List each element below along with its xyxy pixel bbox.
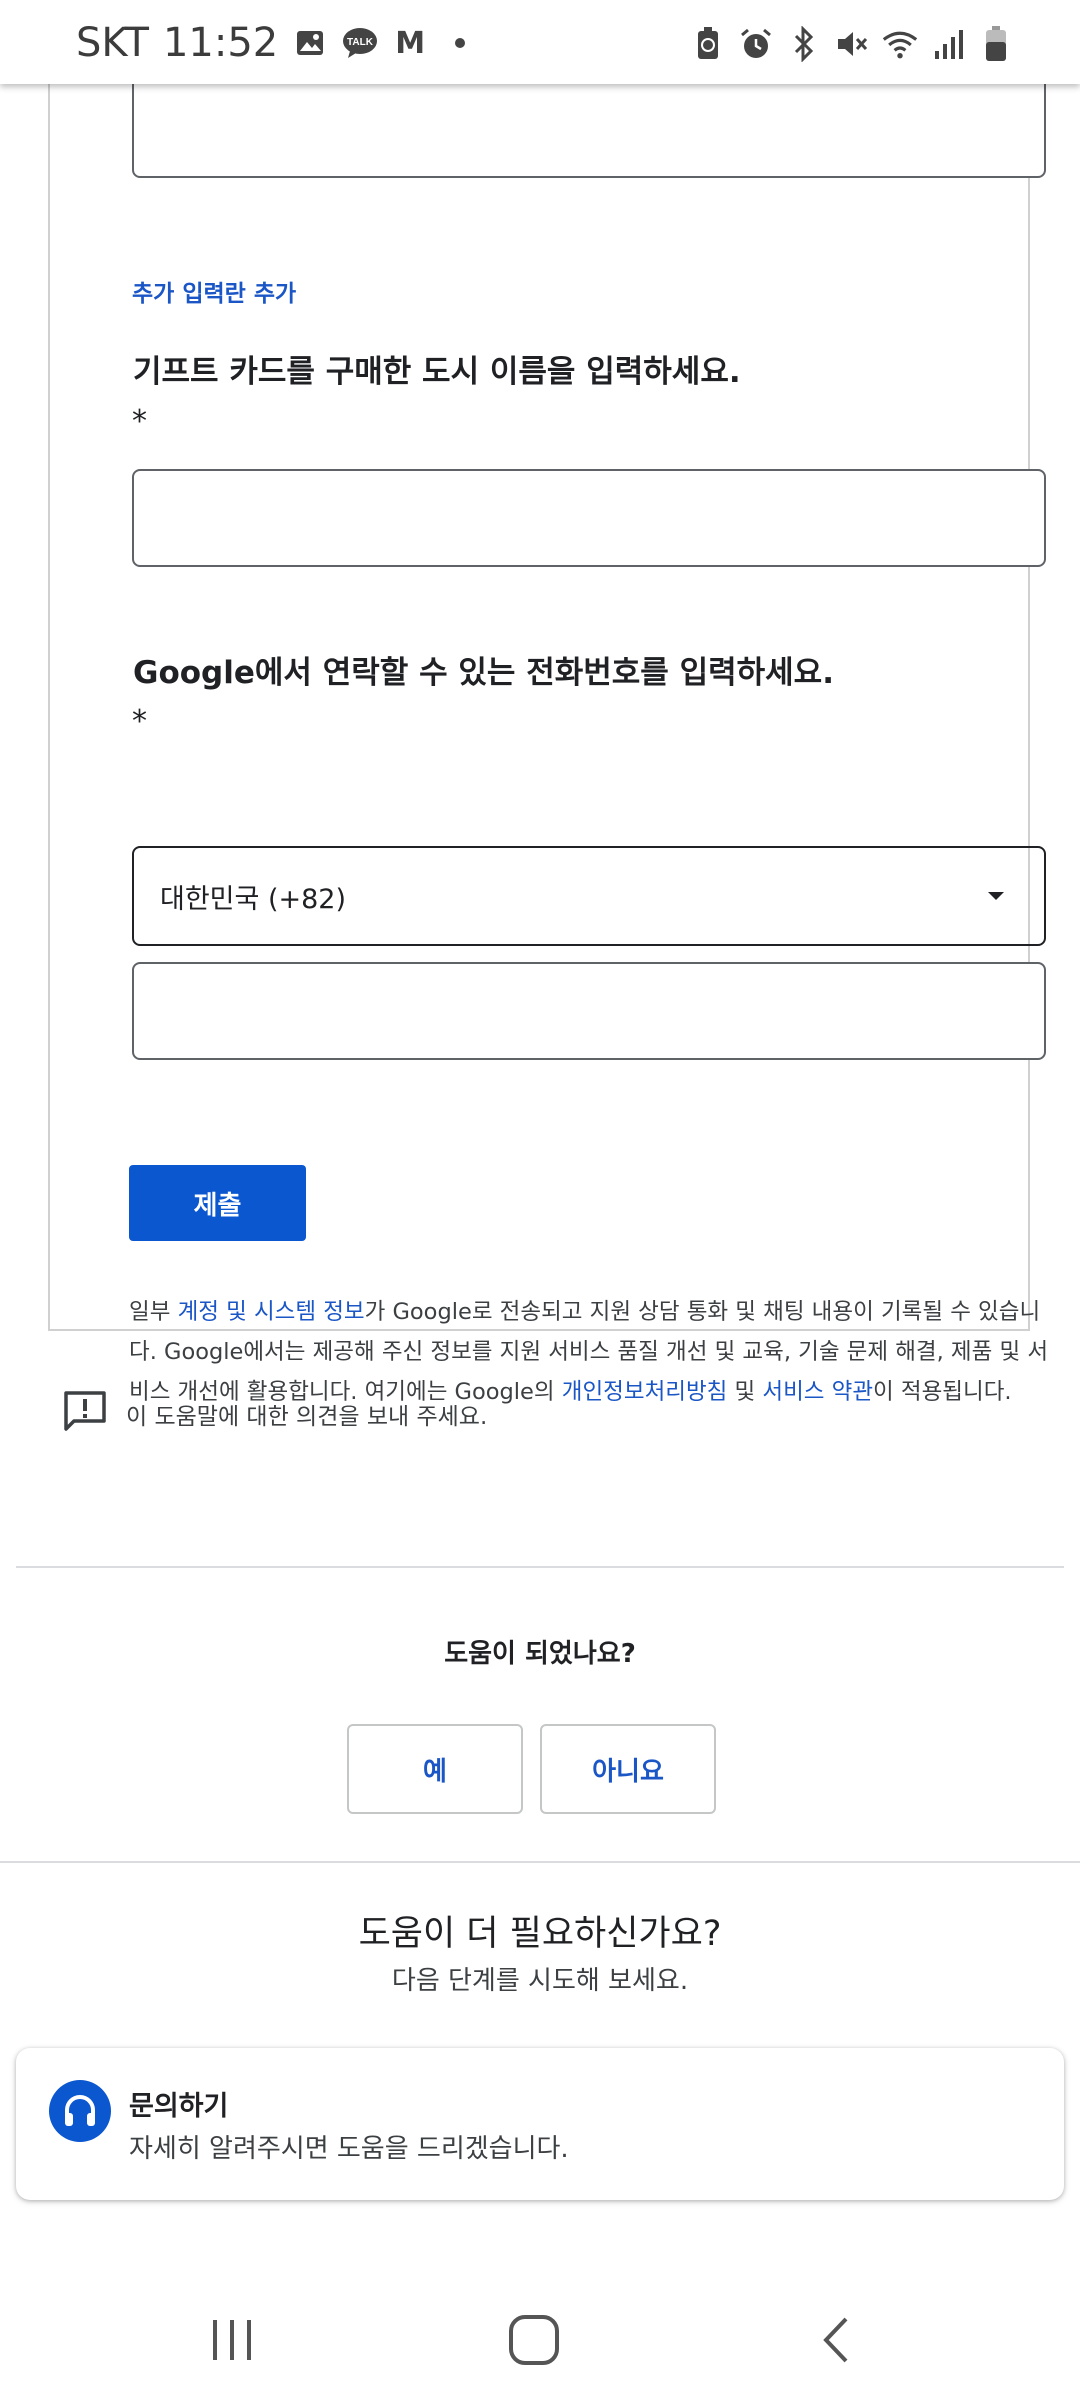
- add-field-link[interactable]: 추가 입력란 추가: [132, 274, 296, 308]
- talk-icon: TALK: [342, 25, 378, 61]
- carrier-label: SKT: [76, 20, 149, 66]
- more-help-subtitle: 다음 단계를 시도해 보세요.: [391, 1966, 689, 1996]
- battery-icon: [978, 24, 1014, 64]
- bluetooth-icon: [786, 24, 822, 64]
- helpful-question: 도움이 되었나요?: [444, 1639, 636, 1669]
- wifi-icon: [882, 24, 918, 64]
- disclaimer-text: 및: [727, 1379, 763, 1405]
- additional-field-input[interactable]: [132, 74, 1046, 178]
- status-bar: SKT 11:52 TALK M: [0, 0, 1080, 84]
- gmail-icon: M: [395, 25, 426, 61]
- headset-icon: [49, 2080, 111, 2142]
- contact-us-card[interactable]: 문의하기 자세히 알려주시면 도움을 드리겠습니다.: [16, 2048, 1064, 2200]
- signal-icon: [930, 24, 966, 64]
- disclaimer-text: 일부: [129, 1299, 178, 1325]
- phone-number-input[interactable]: [132, 962, 1046, 1060]
- disclaimer-text: 이 적용됩니다.: [873, 1379, 1012, 1405]
- talk-icon-label: TALK: [347, 37, 374, 48]
- dot-icon: [442, 25, 478, 61]
- country-code-value: 대한민국 (+82): [160, 883, 346, 915]
- terms-of-service-link[interactable]: 서비스 약관: [762, 1379, 873, 1405]
- recycle-battery-icon: [690, 24, 726, 64]
- support-form: 추가 입력란 추가 기프트 카드를 구매한 도시 이름을 입력하세요. * Go…: [48, 74, 1048, 1405]
- back-icon[interactable]: [796, 2300, 876, 2380]
- contact-card-description: 자세히 알려주시면 도움을 드리겠습니다.: [129, 2134, 569, 2164]
- home-icon[interactable]: [494, 2300, 574, 2380]
- status-left: SKT 11:52 TALK M: [76, 18, 478, 68]
- divider: [0, 1861, 1080, 1863]
- city-question-label: 기프트 카드를 구매한 도시 이름을 입력하세요.: [133, 354, 741, 390]
- country-code-select[interactable]: 대한민국 (+82): [132, 846, 1046, 946]
- mute-icon: [834, 24, 870, 64]
- clock: 11:52: [162, 20, 279, 66]
- privacy-policy-link[interactable]: 개인정보처리방침: [562, 1379, 728, 1405]
- no-button[interactable]: 아니요: [540, 1724, 716, 1814]
- system-nav-bar: [0, 2280, 1080, 2400]
- feedback-icon: [62, 1389, 108, 1439]
- required-mark: *: [132, 404, 147, 439]
- feedback-label: 이 도움말에 대한 의견을 보내 주세요.: [126, 1404, 488, 1430]
- send-feedback-link[interactable]: 이 도움말에 대한 의견을 보내 주세요.: [62, 1389, 488, 1439]
- submit-button[interactable]: 제출: [129, 1165, 306, 1241]
- more-help-title: 도움이 더 필요하신가요?: [358, 1914, 722, 1954]
- recents-icon[interactable]: [192, 2300, 272, 2380]
- required-mark: *: [132, 704, 147, 739]
- contact-card-title: 문의하기: [129, 2091, 229, 2122]
- gallery-icon: [292, 25, 328, 61]
- divider: [16, 1566, 1064, 1568]
- phone-question-label: Google에서 연락할 수 있는 전화번호를 입력하세요.: [133, 655, 834, 691]
- dropdown-arrow-icon: [988, 892, 1004, 900]
- status-right: [690, 22, 1014, 66]
- alarm-icon: [738, 24, 774, 64]
- account-info-link[interactable]: 계정 및 시스템 정보: [178, 1299, 365, 1325]
- city-input[interactable]: [132, 469, 1046, 567]
- yes-button[interactable]: 예: [347, 1724, 523, 1814]
